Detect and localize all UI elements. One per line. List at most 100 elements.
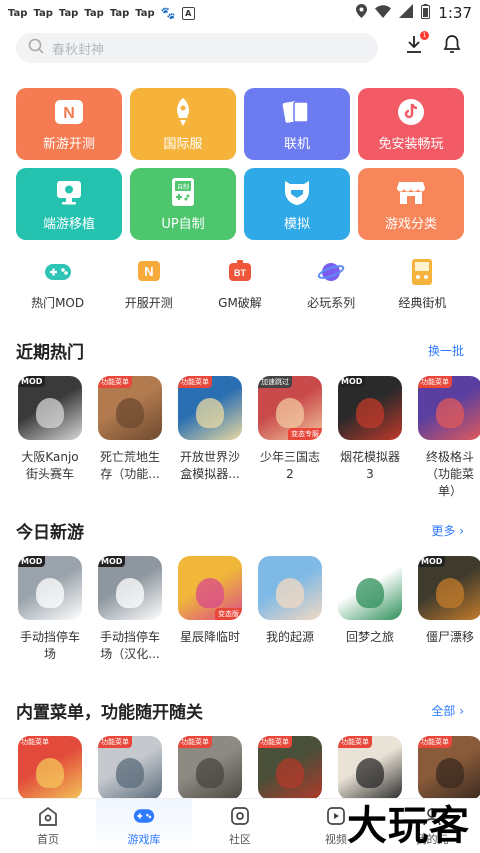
game-art-shape <box>196 398 224 428</box>
rocket-icon <box>168 97 198 127</box>
game-card[interactable]: 加速跳过 变态专服 少年三国志2 <box>258 376 322 500</box>
game-name: 星辰降临时 <box>179 630 240 644</box>
category-tile[interactable]: 游戏分类 <box>358 168 464 240</box>
game-name: 开放世界沙盒模拟器... <box>179 450 240 481</box>
shortcut-item[interactable]: 必玩系列 <box>291 258 371 311</box>
shortcut-item[interactable]: N 开服开测 <box>109 258 189 311</box>
game-card[interactable]: MOD 手动挡停车场 <box>18 556 82 663</box>
game-art-shape <box>116 398 144 428</box>
game-card[interactable]: MOD 烟花模拟器3 <box>338 376 402 500</box>
game-art-shape <box>276 578 304 608</box>
gamepad-icon <box>44 258 72 286</box>
game-tag: MOD <box>338 376 366 387</box>
game-name: 死亡荒地生存（功能... <box>99 450 160 481</box>
game-card[interactable]: 功能菜单 <box>18 736 82 800</box>
search-row: 春秋封神 1 <box>16 31 464 64</box>
category-tile[interactable]: 模拟 <box>244 168 350 240</box>
community-icon <box>229 805 251 827</box>
helmet-icon <box>282 177 312 207</box>
game-art-shape <box>356 578 384 608</box>
game-art-shape <box>196 578 224 608</box>
wifi-icon <box>375 4 392 22</box>
category-tile-label: 新游开测 <box>42 136 95 152</box>
game-icon: MOD <box>418 556 480 620</box>
cards-icon <box>282 97 312 127</box>
game-card[interactable]: 功能菜单 <box>338 736 402 800</box>
svg-text:N: N <box>144 264 153 279</box>
section-more-link[interactable]: 更多 › <box>431 522 464 539</box>
bt-icon: BT <box>226 258 254 286</box>
game-icon: MOD <box>18 556 82 620</box>
game-art-shape <box>116 758 144 788</box>
shortcut-row: 热门MOD N 开服开测 BT GM破解 必玩系列 经典街机 <box>0 258 480 311</box>
section-header: 今日新游 更多 › <box>0 518 480 543</box>
game-icon: 功能菜单 <box>178 736 242 800</box>
game-card[interactable]: MOD 僵尸漂移 <box>418 556 480 663</box>
game-name: 回梦之旅 <box>345 630 394 644</box>
game-icon: MOD <box>18 376 82 440</box>
game-card[interactable]: MOD 手动挡停车场（汉化... <box>98 556 162 663</box>
game-art-shape <box>276 398 304 428</box>
game-tag: 功能菜单 <box>258 736 292 748</box>
game-card[interactable]: 我的起源 <box>258 556 322 663</box>
section-more-link[interactable]: 换一批 <box>428 342 464 359</box>
category-tile[interactable]: 免安装畅玩 <box>358 88 464 160</box>
game-tag: MOD <box>98 556 126 567</box>
game-tag: 加速跳过 <box>258 376 292 388</box>
notification-button[interactable] <box>442 34 462 58</box>
section-header: 近期热门 换一批 <box>0 338 480 363</box>
tap-notification-icon: Tap <box>58 7 79 19</box>
game-icon: MOD <box>98 556 162 620</box>
game-list: 功能菜单 功能菜单 功能菜单 功能菜单 功能菜单 功能菜单 <box>0 736 480 800</box>
category-tile-label: UP自制 <box>161 216 205 232</box>
signal-icon <box>399 4 414 22</box>
game-tag: MOD <box>18 376 46 387</box>
gamepad-icon <box>133 805 155 827</box>
game-card[interactable]: 功能菜单 <box>418 736 480 800</box>
game-card[interactable]: 功能菜单 <box>178 736 242 800</box>
game-card[interactable]: MOD 大阪Kanjo街头赛车 <box>18 376 82 500</box>
shortcut-item[interactable]: 经典街机 <box>382 258 462 311</box>
shortcut-label: 必玩系列 <box>307 296 356 310</box>
game-list: MOD 手动挡停车场 MOD 手动挡停车场（汉化... 变态版 星辰降临时 我的起源回梦之旅… <box>0 556 480 663</box>
svg-text:N: N <box>63 105 75 122</box>
game-art-shape <box>356 758 384 788</box>
category-tile[interactable]: 自制 UP自制 <box>130 168 236 240</box>
section-more-link[interactable]: 全部 › <box>431 702 464 719</box>
nav-item[interactable]: 游戏库 <box>96 799 192 853</box>
download-button[interactable]: 1 <box>404 31 429 58</box>
game-card[interactable]: 功能菜单 <box>258 736 322 800</box>
shortcut-item[interactable]: 热门MOD <box>18 258 98 311</box>
search-input[interactable]: 春秋封神 <box>16 33 378 63</box>
category-tile[interactable]: 联机 <box>244 88 350 160</box>
game-card[interactable]: 功能菜单 死亡荒地生存（功能... <box>98 376 162 500</box>
nav-item[interactable]: 首页 <box>0 799 96 853</box>
game-card[interactable]: 变态版 星辰降临时 <box>178 556 242 663</box>
category-tile[interactable]: 端游移植 <box>16 168 122 240</box>
shortcut-label: GM破解 <box>218 296 262 310</box>
planet-icon <box>317 258 345 286</box>
game-tag: 功能菜单 <box>178 376 212 388</box>
game-card[interactable]: 功能菜单 <box>98 736 162 800</box>
game-card[interactable]: 功能菜单 终极格斗（功能菜单） <box>418 376 480 500</box>
game-card[interactable]: 功能菜单开放世界沙盒模拟器... <box>178 376 242 500</box>
nav-label: 社区 <box>229 833 251 846</box>
game-tag: MOD <box>418 556 446 567</box>
game-art-shape <box>196 758 224 788</box>
tap-notification-icon: Tap <box>84 7 104 19</box>
status-right: 1:37 <box>356 3 472 23</box>
game-name: 烟花模拟器3 <box>339 450 400 481</box>
nav-item[interactable]: 社区 <box>192 799 288 853</box>
location-icon <box>356 4 368 22</box>
game-tag: 功能菜单 <box>338 736 372 748</box>
game-icon: 功能菜单 <box>98 736 162 800</box>
shortcut-item[interactable]: BT GM破解 <box>200 258 280 311</box>
category-tile-label: 游戏分类 <box>384 216 437 232</box>
game-card[interactable]: 回梦之旅 <box>338 556 402 663</box>
section-title: 近期热门 <box>16 342 84 363</box>
category-tile[interactable]: 国际服 <box>130 88 236 160</box>
tap-notification-icon: Tap <box>135 7 155 19</box>
game-list: MOD 大阪Kanjo街头赛车 功能菜单 死亡荒地生存（功能... 功能菜单 开放世界沙盒… <box>0 376 480 500</box>
category-tile[interactable]: N 新游开测 <box>16 88 122 160</box>
download-icon <box>404 36 424 58</box>
